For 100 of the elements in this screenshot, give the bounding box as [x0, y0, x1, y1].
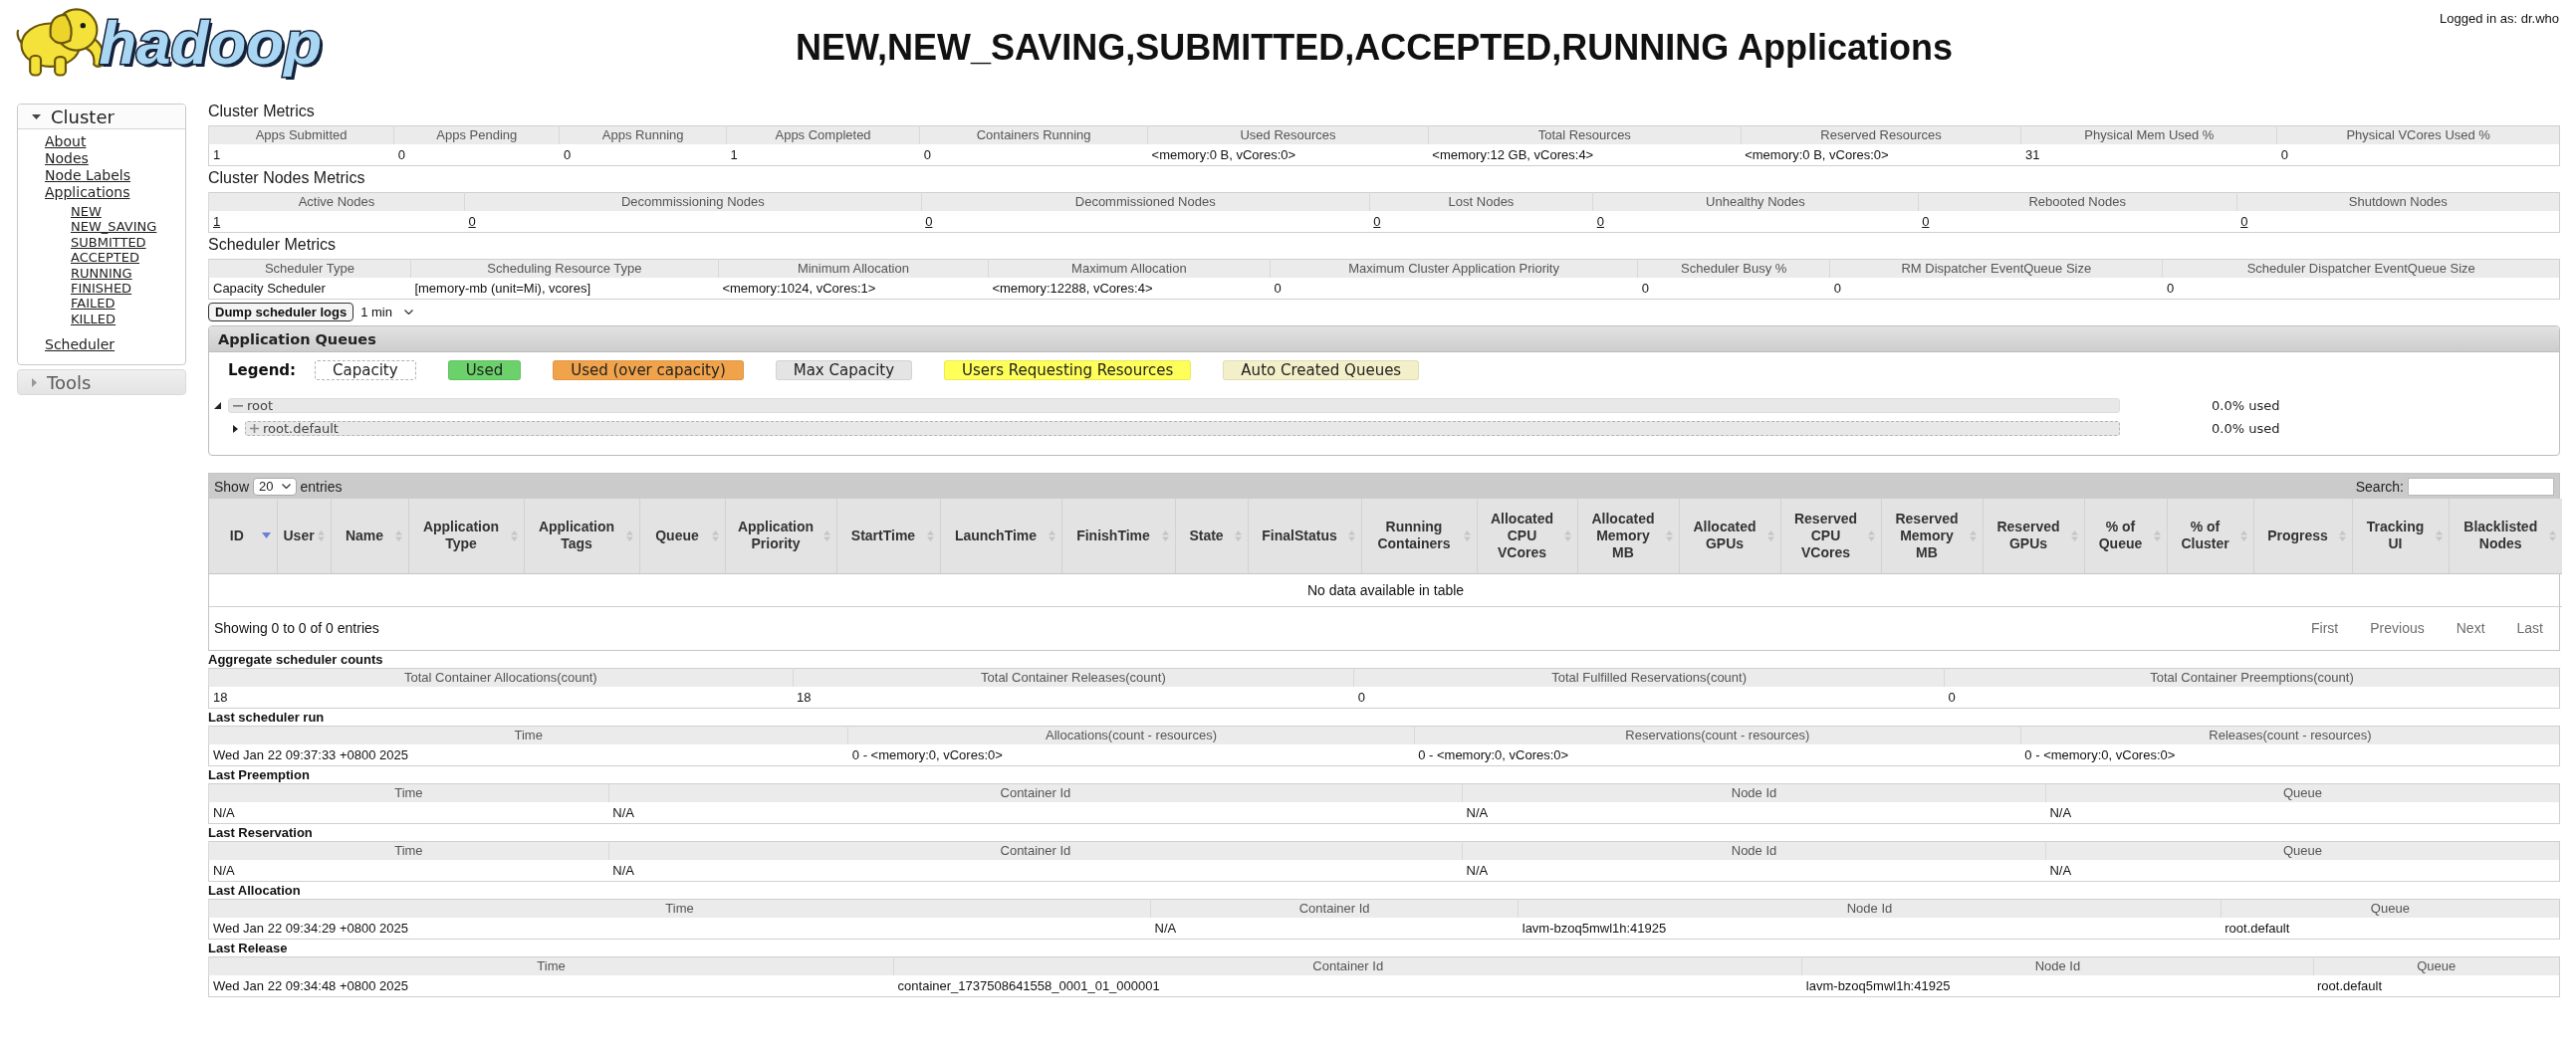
column-header[interactable]: Reserved Memory MB [1881, 499, 1983, 573]
count-link[interactable]: 0 [925, 214, 933, 229]
column-header: Apps Completed [726, 125, 920, 144]
column-header[interactable]: State [1175, 499, 1248, 573]
table-cell: <memory:0 B, vCores:0> [1147, 144, 1429, 166]
table-cell: 0 - <memory:0, vCores:0> [1414, 743, 2021, 765]
column-header: Time [208, 899, 1151, 918]
expand-toggle-icon[interactable] [233, 424, 238, 433]
nav-link[interactable]: NEW [71, 204, 102, 220]
section-heading: Last Preemption [208, 765, 310, 783]
section-heading: Last Allocation [208, 881, 301, 899]
logo-wordmark: hadoop [99, 8, 322, 78]
nav-link[interactable]: KILLED [71, 311, 117, 327]
table-cell: N/A [608, 801, 1463, 823]
interval-select[interactable]: 1 min [356, 303, 417, 321]
nav-link[interactable]: Nodes [45, 150, 89, 167]
panel-header: Application Queues [209, 326, 2559, 352]
column-header[interactable]: Tracking UI [2352, 499, 2449, 573]
table-cell: 0 [559, 144, 727, 166]
column-header: Scheduler Busy % [1637, 259, 1830, 278]
column-header[interactable]: LaunchTime [940, 499, 1061, 573]
column-header: Physical VCores Used % [2276, 125, 2560, 144]
table-cell: 0 [1353, 686, 1945, 708]
legend-item: Used (over capacity) [553, 360, 744, 380]
section-heading: Last Release [208, 939, 288, 956]
table-cell: 18 [208, 686, 794, 708]
column-header[interactable]: Name [331, 499, 408, 573]
chevron-down-icon [404, 310, 413, 315]
table-cell: N/A [2045, 801, 2560, 823]
accordion-header[interactable]: Cluster [18, 105, 185, 129]
column-header[interactable]: Running Containers [1361, 499, 1477, 573]
nav-link[interactable]: About [45, 133, 87, 150]
count-link[interactable]: 0 [468, 214, 476, 229]
nav-link[interactable]: RUNNING [71, 265, 132, 282]
queue-bar[interactable]: root [228, 398, 2120, 413]
column-header[interactable]: Progress [2253, 499, 2352, 573]
count-link[interactable]: 0 [1373, 214, 1381, 229]
expand-toggle-icon[interactable] [214, 402, 221, 409]
column-header: Unhealthy Nodes [1592, 192, 1919, 211]
legend-item: Max Capacity [775, 360, 913, 380]
column-header[interactable]: FinalStatus [1248, 499, 1361, 573]
page-size-select[interactable]: 20 [253, 477, 297, 496]
search-field[interactable] [2408, 477, 2554, 496]
column-header: Allocations(count - resources) [847, 726, 1415, 744]
table-cell: Wed Jan 22 09:37:33 +0800 2025 [208, 743, 848, 765]
column-header: Node Id [1462, 841, 2046, 860]
table-cell: Wed Jan 22 09:34:48 +0800 2025 [208, 974, 894, 996]
accordion-header[interactable]: Tools [17, 369, 186, 396]
column-header: Apps Running [559, 125, 727, 144]
count-link[interactable]: 1 [213, 214, 221, 229]
column-header: Time [208, 783, 609, 802]
column-header[interactable]: Queue [639, 499, 725, 573]
queue-bar[interactable]: root.default [245, 421, 2120, 436]
table-cell: container_1737508641558_0001_01_000001 [893, 974, 1802, 996]
count-link[interactable]: 0 [2240, 214, 2248, 229]
nav-link[interactable]: Applications [45, 184, 130, 201]
column-header: Maximum Allocation [988, 259, 1271, 278]
column-header[interactable]: % of Queue [2084, 499, 2167, 573]
column-header: Active Nodes [208, 192, 465, 211]
column-header: Lost Nodes [1369, 192, 1593, 211]
nav-link[interactable]: FAILED [71, 296, 116, 312]
count-link[interactable]: 0 [1596, 214, 1604, 229]
column-header: Decommissioned Nodes [921, 192, 1370, 211]
nav-link[interactable]: NEW_SAVING [71, 219, 157, 235]
nav-link[interactable]: Node Labels [45, 167, 131, 184]
column-header[interactable]: Application Type [408, 499, 524, 573]
table-cell: N/A [2045, 859, 2560, 881]
table-cell: 18 [793, 686, 1354, 708]
column-header[interactable]: StartTime [836, 499, 940, 573]
column-header[interactable]: Reserved CPU VCores [1780, 499, 1881, 573]
column-header[interactable]: % of Cluster [2167, 499, 2253, 573]
column-header: Shutdown Nodes [2236, 192, 2560, 211]
table-cell: <memory:1024, vCores:1> [718, 278, 989, 300]
column-header[interactable]: Allocated CPU VCores [1477, 499, 1577, 573]
search-label: Search: [2355, 478, 2404, 495]
legend-label: Legend: [228, 360, 297, 380]
column-header[interactable]: Application Priority [725, 499, 836, 573]
table-cell: 0 [1829, 278, 2163, 300]
column-header[interactable]: User [277, 499, 331, 573]
column-header[interactable]: ID [209, 499, 277, 573]
nav-link[interactable]: SUBMITTED [71, 234, 146, 251]
column-header: Time [208, 956, 894, 975]
column-header[interactable]: Allocated Memory MB [1577, 499, 1679, 573]
column-header[interactable]: Blacklisted Nodes [2449, 499, 2562, 573]
nav-link[interactable]: ACCEPTED [71, 250, 140, 266]
nav-link[interactable]: Scheduler [45, 336, 116, 354]
nav-link[interactable]: FINISHED [71, 281, 132, 297]
column-header: Minimum Allocation [718, 259, 989, 278]
table-cell: lavm-bzoq5mwl1h:41925 [1801, 974, 2314, 996]
column-header[interactable]: FinishTime [1061, 499, 1175, 573]
dump-logs-button[interactable]: Dump scheduler logs [208, 303, 354, 321]
column-header[interactable]: Reserved GPUs [1983, 499, 2084, 573]
column-header: Releases(count - resources) [2020, 726, 2560, 744]
count-link[interactable]: 0 [1922, 214, 1930, 229]
table-cell: 1 [726, 144, 920, 166]
caret-right-icon [32, 377, 37, 387]
column-header[interactable]: Application Tags [524, 499, 639, 573]
column-header: Node Id [1462, 783, 2046, 802]
table-cell: Capacity Scheduler [208, 278, 411, 300]
column-header[interactable]: Allocated GPUs [1679, 499, 1780, 573]
